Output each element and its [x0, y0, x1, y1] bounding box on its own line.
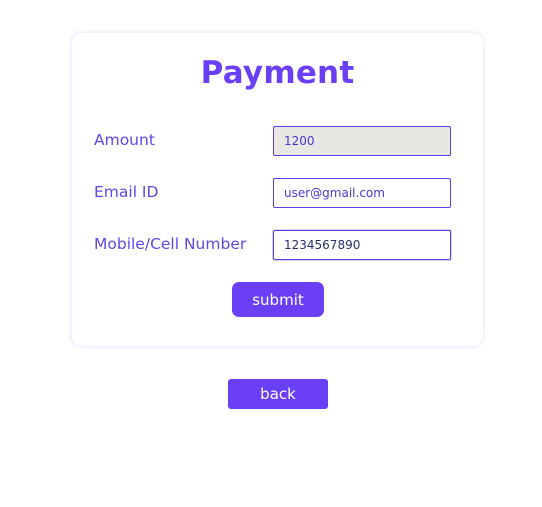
mobile-row: Mobile/Cell Number — [94, 230, 454, 260]
email-input[interactable] — [273, 178, 451, 208]
payment-card: Payment Amount Email ID Mobile/Cell Numb… — [72, 33, 483, 346]
email-label: Email ID — [94, 183, 159, 201]
mobile-input[interactable] — [273, 230, 451, 260]
page-title: Payment — [200, 55, 355, 91]
amount-label: Amount — [94, 131, 155, 149]
amount-row: Amount — [94, 126, 454, 156]
submit-button[interactable]: submit — [232, 282, 324, 317]
amount-input[interactable] — [273, 126, 451, 156]
payment-page: Payment Amount Email ID Mobile/Cell Numb… — [0, 0, 542, 507]
mobile-label: Mobile/Cell Number — [94, 235, 247, 253]
email-row: Email ID — [94, 178, 454, 208]
back-button[interactable]: back — [228, 379, 328, 409]
